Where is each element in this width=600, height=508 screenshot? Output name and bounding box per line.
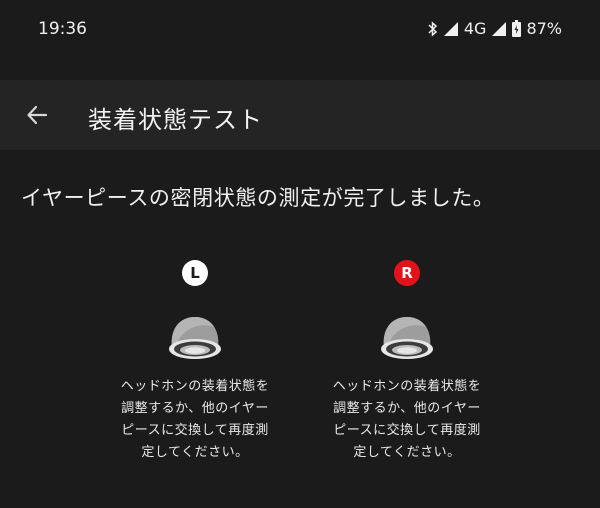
app-bar: 装着状態テスト [0, 80, 600, 150]
earpiece-icon [169, 317, 221, 359]
result-message: イヤーピースの密閉状態の測定が完了しました。 [21, 186, 495, 210]
earpiece-icon [381, 317, 433, 359]
bluetooth-icon [428, 20, 437, 37]
left-earpiece-result: L ヘッドホンの装着状態を 調整するか、他のイヤー ピースに交換して再度測 定し… [95, 260, 295, 464]
left-badge: L [182, 260, 208, 286]
right-earpiece-result: R ヘッドホンの装着状態を 調整するか、他のイヤー ピースに交換して再度測 定し… [307, 260, 507, 464]
status-icons: 4G 87% [428, 19, 562, 38]
status-bar: 19:36 4G 87% [0, 0, 600, 62]
network-type: 4G [463, 19, 487, 38]
signal-icon [443, 21, 458, 36]
back-button[interactable] [14, 92, 60, 138]
battery-level: 87% [526, 19, 562, 38]
status-time: 19:36 [38, 19, 87, 39]
battery-icon [512, 20, 522, 37]
page-title: 装着状態テスト [88, 106, 263, 134]
arrow-back-icon [27, 105, 48, 125]
right-message: ヘッドホンの装着状態を 調整するか、他のイヤー ピースに交換して再度測 定してく… [332, 379, 482, 460]
left-message: ヘッドホンの装着状態を 調整するか、他のイヤー ピースに交換して再度測 定してく… [120, 379, 270, 460]
signal-icon [492, 21, 507, 36]
right-badge: R [394, 260, 420, 286]
